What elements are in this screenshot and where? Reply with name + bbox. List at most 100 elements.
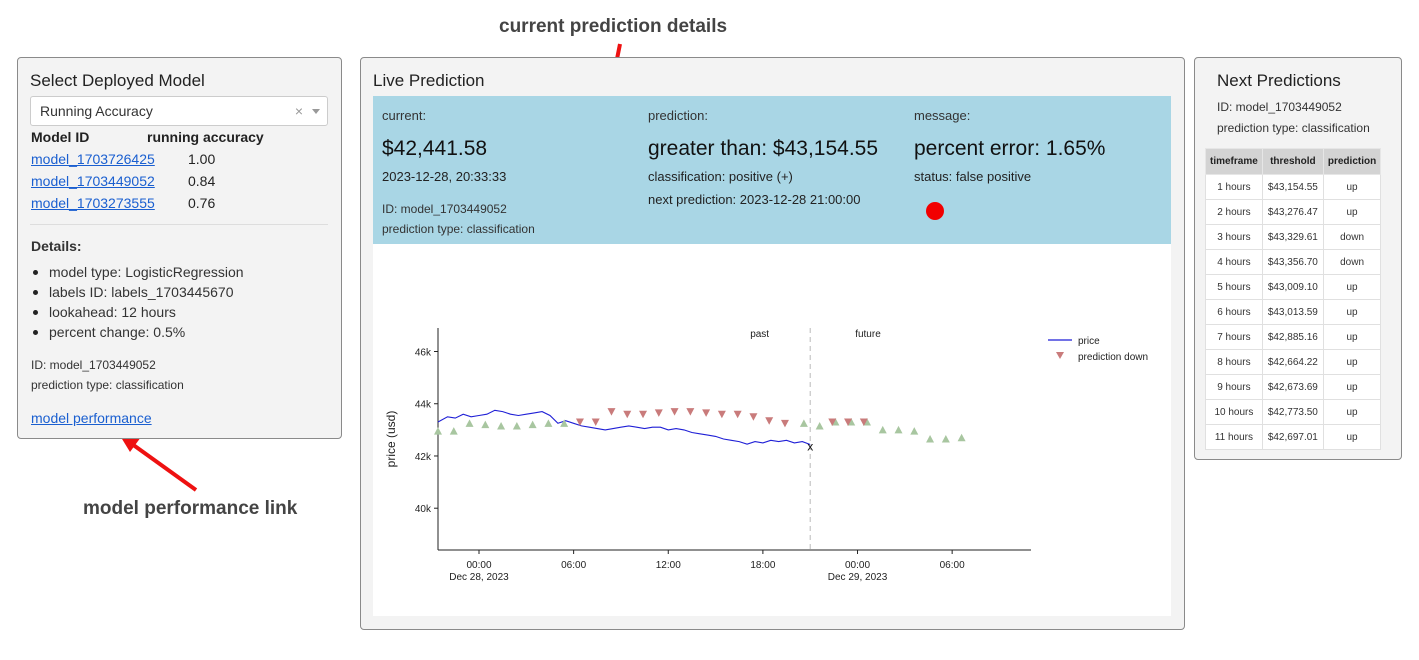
column-header-timeframe: timeframe [1205, 148, 1263, 175]
prediction-up-marker [497, 421, 506, 430]
prediction-type-text: prediction type: classification [31, 378, 184, 392]
prediction-up-marker [465, 419, 474, 427]
table-row: model_1703726425 1.00 [31, 151, 331, 171]
model-performance-link[interactable]: model performance [31, 410, 152, 426]
next-prediction-text: next prediction: 2023-12-28 21:00:00 [648, 192, 861, 207]
prediction-label: prediction: [648, 108, 708, 123]
timeframe-cell: 4 hours [1205, 249, 1263, 275]
prediction-up-marker [878, 425, 887, 434]
select-value: Running Accuracy [40, 103, 153, 119]
table-row: 8 hours $42,664.22 up [1205, 349, 1382, 375]
accuracy-value: 0.84 [188, 173, 216, 189]
next-predictions-panel: Next Predictions ID: model_1703449052 pr… [1194, 57, 1402, 460]
price-chart[interactable]: 40k42k44k46k00:00Dec 28, 202306:00 12:00 1… [373, 244, 1171, 616]
timeframe-cell: 11 hours [1205, 424, 1263, 450]
model-sort-select[interactable]: Running Accuracy × [30, 96, 328, 126]
annotation-current-prediction-details: current prediction details [499, 16, 728, 37]
prediction-up-marker [481, 420, 490, 429]
column-header-model-id: Model ID [31, 129, 90, 145]
prediction-down-marker [654, 409, 663, 417]
prediction-down-marker [670, 408, 679, 416]
prediction-down-marker [733, 410, 742, 419]
clear-icon[interactable]: × [295, 103, 303, 119]
prediction-cell: up [1322, 399, 1382, 425]
x-tick-label: 00:00 [845, 560, 870, 571]
timeframe-cell: 10 hours [1205, 399, 1263, 425]
current-column: current: $42,441.58 2023-12-28, 20:33:33… [382, 96, 642, 244]
prediction-up-marker [560, 419, 569, 427]
current-prediction-type: prediction type: classification [382, 222, 535, 236]
table-row: 2 hours $43,276.47 up [1205, 199, 1382, 225]
model-id-link[interactable]: model_1703726425 [31, 151, 155, 167]
prediction-column: prediction: greater than: $43,154.55 cla… [648, 96, 908, 244]
y-tick-label: 46k [415, 348, 432, 359]
legend-down-label: prediction down [1078, 352, 1148, 363]
prediction-down-marker [591, 418, 600, 427]
current-timestamp: 2023-12-28, 20:33:33 [382, 169, 507, 184]
prediction-down-marker [717, 410, 726, 419]
table-row: 11 hours $42,697.01 up [1205, 424, 1382, 450]
prediction-up-marker [926, 435, 935, 443]
x-tick-date-label: Dec 29, 2023 [828, 572, 888, 583]
status-indicator [926, 202, 944, 220]
prediction-up-marker [512, 421, 521, 430]
message-column: message: percent error: 1.65% status: fa… [914, 96, 1164, 244]
column-header-running-accuracy: running accuracy [147, 129, 264, 145]
table-row: 3 hours $43,329.61 down [1205, 224, 1382, 250]
table-row: 6 hours $43,013.59 up [1205, 299, 1382, 325]
status-text: status: false positive [914, 169, 1032, 184]
model-id-link[interactable]: model_1703449052 [31, 173, 155, 189]
arrow-bottom-line [130, 442, 198, 492]
future-label: future [855, 329, 881, 340]
table-row: 10 hours $42,773.50 up [1205, 399, 1382, 425]
timeframe-cell: 6 hours [1205, 299, 1263, 325]
prediction-down-marker [639, 410, 648, 419]
prediction-cell: up [1322, 174, 1382, 200]
detail-percent-change: percent change: 0.5% [31, 322, 244, 342]
details-list: model type: LogisticRegression labels ID… [31, 262, 244, 342]
column-header-prediction: prediction [1322, 148, 1382, 175]
prediction-value: greater than: $43,154.55 [648, 137, 879, 160]
timeframe-cell: 2 hours [1205, 199, 1263, 225]
current-price: $42,441.58 [382, 137, 488, 160]
model-id-link[interactable]: model_1703273555 [31, 195, 155, 211]
prediction-up-marker [434, 427, 442, 435]
prediction-cell: down [1322, 249, 1382, 275]
prediction-up-marker [957, 433, 966, 442]
current-label: current: [382, 108, 427, 123]
timeframe-cell: 3 hours [1205, 224, 1263, 250]
threshold-cell: $43,009.10 [1261, 274, 1324, 300]
panel-title: Next Predictions [1217, 71, 1341, 90]
prediction-down-marker [780, 419, 789, 428]
accuracy-value: 1.00 [188, 151, 216, 167]
table-row: 4 hours $43,356.70 down [1205, 249, 1382, 275]
past-label: past [750, 329, 769, 340]
prediction-down-marker [686, 408, 695, 416]
x-tick-label: 06:00 [561, 560, 586, 571]
threshold-cell: $43,154.55 [1261, 174, 1324, 200]
threshold-cell: $42,885.16 [1261, 324, 1324, 350]
threshold-cell: $42,697.01 [1261, 424, 1324, 450]
prediction-up-marker [799, 419, 808, 427]
table-row: 5 hours $43,009.10 up [1205, 274, 1382, 300]
x-tick-label: 12:00 [656, 560, 681, 571]
legend-down-swatch [1056, 352, 1064, 359]
next-predictions-table: timeframe threshold prediction 1 hours $4… [1205, 148, 1382, 450]
panel-title: Select Deployed Model [30, 71, 205, 90]
prediction-up-marker [910, 427, 919, 435]
threshold-cell: $42,664.22 [1261, 349, 1324, 375]
threshold-cell: $43,013.59 [1261, 299, 1324, 325]
chevron-down-icon[interactable] [312, 109, 320, 114]
prediction-up-marker [815, 421, 824, 430]
current-model-id: ID: model_1703449052 [382, 202, 507, 216]
table-row: 7 hours $42,885.16 up [1205, 324, 1382, 350]
prediction-type-text: prediction type: classification [1217, 121, 1370, 135]
prediction-cell: down [1322, 224, 1382, 250]
prediction-cell: up [1322, 374, 1382, 400]
prediction-cell: up [1322, 424, 1382, 450]
timeframe-cell: 1 hours [1205, 174, 1263, 200]
timeframe-cell: 9 hours [1205, 374, 1263, 400]
table-row: 9 hours $42,673.69 up [1205, 374, 1382, 400]
prediction-up-marker [449, 427, 458, 435]
price-chart-area: 40k 42k 44k 46k 00:00 Dec 28, 2023 06:00 12:00 1… [373, 244, 1171, 616]
